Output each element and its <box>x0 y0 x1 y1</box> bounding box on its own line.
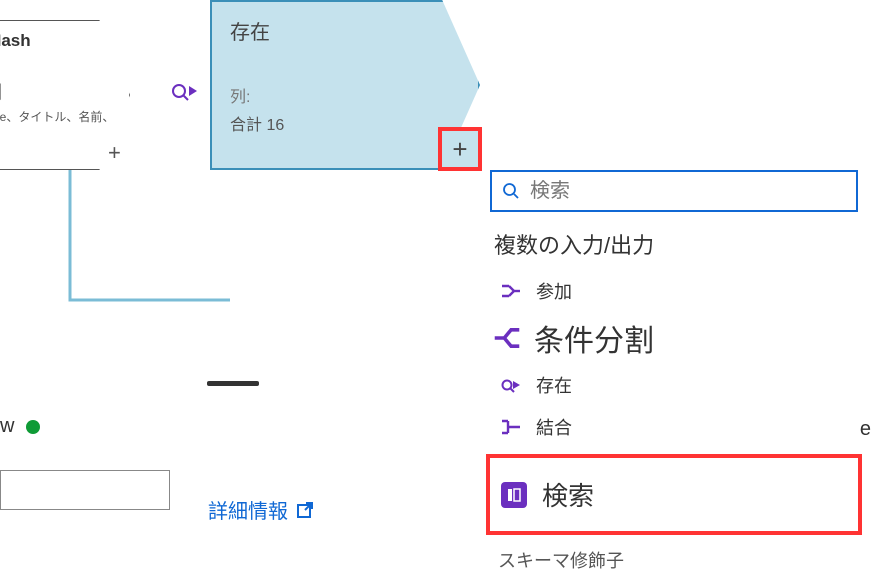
transform-picker-panel: 複数の入力/出力 参加 条件分割 <box>490 170 858 573</box>
join-icon <box>500 280 522 302</box>
menu-item-join[interactable]: 参加 <box>490 270 858 312</box>
node-exists-total: 合計 16 <box>230 111 460 135</box>
menu-item-exists[interactable]: 存在 <box>490 364 858 406</box>
search-icon <box>502 182 520 200</box>
preview-label-fragment: w <box>0 415 14 438</box>
plus-icon: + <box>452 134 467 165</box>
menu-item-split-label: 条件分割 <box>534 316 654 360</box>
side-panel-fragment: e <box>860 418 871 441</box>
union-icon <box>500 416 522 438</box>
dropdown-select[interactable] <box>0 470 170 510</box>
menu-item-conditional-split[interactable]: 条件分割 <box>490 312 858 364</box>
node-source-columns-list: eStyle、タイトル、名前、 <box>0 109 117 126</box>
dataflow-canvas: erHash ) 列 eStyle、タイトル、名前、 + 存在 列: 合計 16… <box>0 0 871 575</box>
menu-item-union[interactable]: 結合 <box>490 406 858 448</box>
node-exists-title: 存在 <box>230 16 460 45</box>
node-source-columns: ) 列 <box>0 79 117 105</box>
node-exists-columns-label: 列: <box>230 83 460 107</box>
node-source-add-button[interactable]: + <box>108 140 121 166</box>
menu-item-lookup[interactable]: 検索 <box>486 454 862 535</box>
details-link-label: 詳細情報 <box>208 495 288 524</box>
search-box[interactable] <box>490 170 858 212</box>
menu-item-lookup-label: 検索 <box>542 476 594 513</box>
menu-item-exists-label: 存在 <box>536 372 572 398</box>
menu-item-union-label: 結合 <box>536 414 572 440</box>
section-title-schema-modifier: スキーマ修飾子 <box>498 547 858 573</box>
section-title-multi-io: 複数の入力/出力 <box>494 228 858 260</box>
status-success-icon <box>26 420 40 434</box>
external-link-icon <box>296 501 314 519</box>
node-source-title: erHash <box>0 31 117 51</box>
details-link[interactable]: 詳細情報 <box>208 495 314 524</box>
conditional-split-icon <box>492 323 522 353</box>
lookup-icon <box>500 481 528 509</box>
menu-item-join-label: 参加 <box>536 278 572 304</box>
panel-resize-handle[interactable] <box>207 381 259 386</box>
node-exists-add-button[interactable]: + <box>438 127 482 171</box>
exists-icon <box>500 374 522 396</box>
exists-transform-icon <box>165 70 207 112</box>
search-input[interactable] <box>530 180 846 203</box>
